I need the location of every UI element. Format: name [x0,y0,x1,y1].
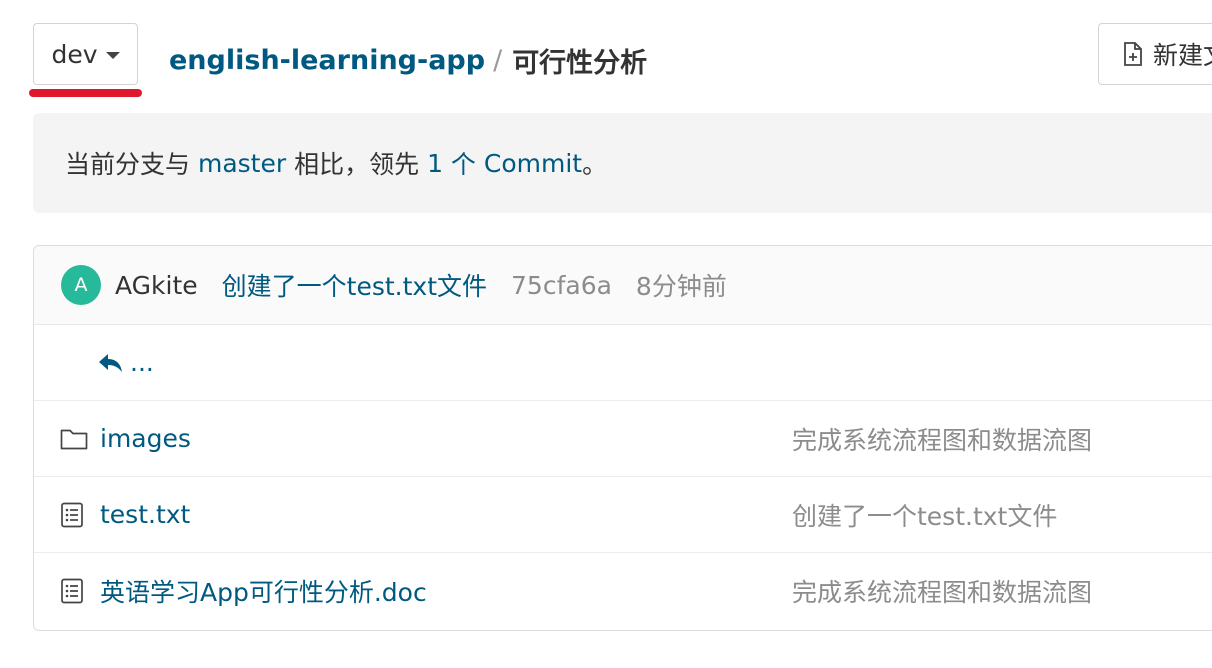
compare-base-branch-link[interactable]: master [198,149,286,178]
commit-author[interactable]: AGkite [115,271,198,300]
caret-down-icon [105,52,120,59]
file-name-link[interactable]: 英语学习App可行性分析.doc [100,573,427,609]
file-last-commit-link[interactable]: 完成系统流程图和数据流图 [792,573,1092,609]
file-row: 英语学习App可行性分析.doc 完成系统流程图和数据流图 [34,553,1212,629]
folder-icon [60,425,88,453]
latest-commit-row: A AGkite 创建了一个test.txt文件 75cfa6a 8分钟前 [34,246,1212,325]
new-file-button[interactable]: 新建文 [1098,23,1212,85]
highlight-underline [29,89,142,97]
parent-directory-row: ... [34,325,1212,401]
new-file-icon [1124,42,1142,66]
file-last-commit-link[interactable]: 完成系统流程图和数据流图 [792,421,1092,457]
commit-hash-link[interactable]: 75cfa6a [511,271,612,300]
parent-directory-label: ... [130,348,154,377]
compare-unit[interactable]: 个 [451,145,476,181]
compare-suffix: 。 [582,150,608,179]
file-row: images 完成系统流程图和数据流图 [34,401,1212,477]
branch-name: dev [51,39,98,69]
file-text-icon [60,501,88,529]
file-last-commit-link[interactable]: 创建了一个test.txt文件 [792,497,1057,533]
reply-arrow-icon [99,353,122,372]
file-list: A AGkite 创建了一个test.txt文件 75cfa6a 8分钟前 ..… [33,245,1212,631]
new-file-label: 新建文 [1153,41,1212,70]
breadcrumb-repo-link[interactable]: english-learning-app [169,45,485,76]
branch-select-button[interactable]: dev [33,23,138,85]
compare-commit-link[interactable]: Commit [484,149,582,178]
file-name-link[interactable]: test.txt [100,500,190,529]
commit-time: 8分钟前 [635,272,727,301]
compare-ahead-count[interactable]: 1 [427,149,443,178]
file-text-icon [60,577,88,605]
avatar[interactable]: A [61,265,101,305]
compare-prefix: 当前分支与 [65,150,191,179]
file-row: test.txt 创建了一个test.txt文件 [34,477,1212,553]
parent-directory-link[interactable]: ... [98,348,154,377]
breadcrumb-separator: / [493,44,503,76]
file-name-link[interactable]: images [100,424,191,453]
commit-message-link[interactable]: 创建了一个test.txt文件 [222,267,487,303]
breadcrumb-current-folder: 可行性分析 [512,47,648,79]
branch-compare-banner: 当前分支与 master 相比，领先 1 个 Commit 。 [33,113,1212,213]
compare-middle: 相比，领先 [294,150,420,179]
breadcrumb: english-learning-app / 可行性分析 [169,40,647,80]
